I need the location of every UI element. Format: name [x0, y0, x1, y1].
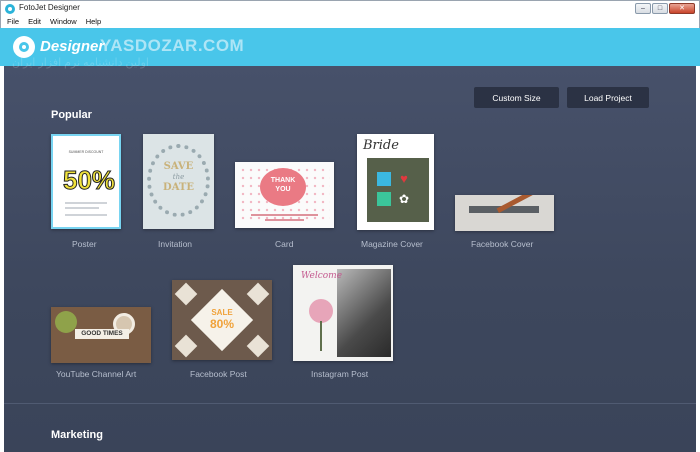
pattern-tile: [174, 334, 198, 358]
poster-text-line: [65, 214, 107, 216]
invitation-save: SAVE: [163, 161, 194, 172]
pattern-tile: [246, 334, 270, 358]
card-text-line: [265, 219, 304, 221]
title-bar: FotoJet Designer – □ ✕: [0, 0, 700, 16]
logo-text: Designer: [40, 38, 105, 55]
poster-thumbnail: SUMMER DISCOUNT 50%: [51, 134, 121, 229]
watermark: YASDOZAR.COM: [100, 36, 245, 55]
section-divider: [4, 403, 696, 404]
menu-file[interactable]: File: [7, 16, 19, 28]
magazine-photo: ♥ ✿: [367, 158, 429, 222]
poster-text-line: [65, 207, 99, 209]
magazine-title: Bride: [363, 138, 399, 153]
invitation-date: DATE: [163, 182, 194, 193]
card-thumbnail: THANK YOU: [235, 162, 334, 228]
green-square-shape: [377, 192, 391, 206]
template-label-youtube-channel-art: YouTube Channel Art: [56, 369, 137, 379]
app-icon: [5, 4, 15, 14]
facebook-post-thumbnail: SALE 80%: [172, 280, 272, 360]
portrait-photo: [337, 269, 391, 357]
custom-size-button[interactable]: Custom Size: [474, 87, 559, 108]
template-invitation[interactable]: SAVE the DATE Invitation: [143, 134, 214, 249]
template-instagram-post[interactable]: Welcome Instagram Post: [293, 265, 393, 381]
template-youtube-channel-art[interactable]: GOOD TIMES YouTube Channel Art: [51, 307, 151, 381]
template-label-poster: Poster: [72, 239, 97, 249]
youtube-thumbnail: GOOD TIMES: [51, 307, 151, 363]
menu-edit[interactable]: Edit: [28, 16, 41, 28]
leaf-shape: [55, 311, 77, 333]
window-title: FotoJet Designer: [19, 3, 80, 12]
template-label-instagram-post: Instagram Post: [311, 369, 369, 379]
instagram-thumbnail: Welcome: [293, 265, 393, 361]
flower-stem: [320, 321, 322, 351]
flower-shape: [309, 299, 333, 323]
flower-icon: ✿: [398, 192, 410, 206]
fbpost-sale: SALE: [211, 308, 233, 317]
poster-text-line: [65, 202, 107, 204]
main-content: اولین دانشنامه نرم افزار ایران Custom Si…: [4, 57, 696, 452]
pattern-tile: [174, 282, 198, 306]
minimize-button[interactable]: –: [635, 3, 651, 14]
menu-bar: File Edit Window Help: [0, 16, 700, 28]
template-magazine-cover[interactable]: Bride ♥ ✿ Magazine Cover: [357, 134, 434, 249]
instagram-welcome: Welcome: [301, 271, 343, 281]
load-project-button[interactable]: Load Project: [567, 87, 649, 108]
template-card[interactable]: THANK YOU Card: [235, 162, 334, 249]
template-label-facebook-post: Facebook Post: [190, 369, 247, 379]
template-facebook-cover[interactable]: Facebook Cover: [455, 195, 554, 249]
card-you: YOU: [275, 186, 291, 193]
youtube-banner-text: GOOD TIMES: [75, 329, 129, 339]
template-facebook-post[interactable]: SALE 80% Facebook Post: [172, 280, 272, 381]
window-controls: – □ ✕: [635, 3, 695, 14]
template-label-card: Card: [275, 239, 294, 249]
template-label-facebook-cover: Facebook Cover: [471, 239, 534, 249]
poster-percentage: 50%: [63, 165, 116, 196]
heart-icon: ♥: [400, 171, 408, 186]
logo-icon: [13, 36, 35, 58]
card-text-line: [251, 214, 318, 216]
template-label-magazine-cover: Magazine Cover: [361, 239, 423, 249]
watermark-subtitle: اولین دانشنامه نرم افزار ایران: [12, 57, 149, 69]
menu-window[interactable]: Window: [50, 16, 77, 28]
section-title-marketing: Marketing: [51, 429, 103, 441]
poster-heading: SUMMER DISCOUNT: [68, 150, 104, 154]
menu-help[interactable]: Help: [86, 16, 101, 28]
blue-square-shape: [377, 172, 391, 186]
invitation-thumbnail: SAVE the DATE: [143, 134, 214, 229]
maximize-button[interactable]: □: [652, 3, 668, 14]
card-thank: THANK: [270, 177, 296, 184]
facebook-cover-thumbnail: [455, 195, 554, 231]
section-title-popular: Popular: [51, 109, 92, 121]
magazine-thumbnail: Bride ♥ ✿: [357, 134, 434, 230]
pattern-tile: [246, 282, 270, 306]
invitation-the: the: [172, 173, 185, 181]
close-button[interactable]: ✕: [669, 3, 695, 14]
fbpost-percentage: 80%: [209, 317, 235, 331]
template-label-invitation: Invitation: [158, 239, 193, 249]
template-poster[interactable]: SUMMER DISCOUNT 50% Poster: [51, 134, 121, 249]
